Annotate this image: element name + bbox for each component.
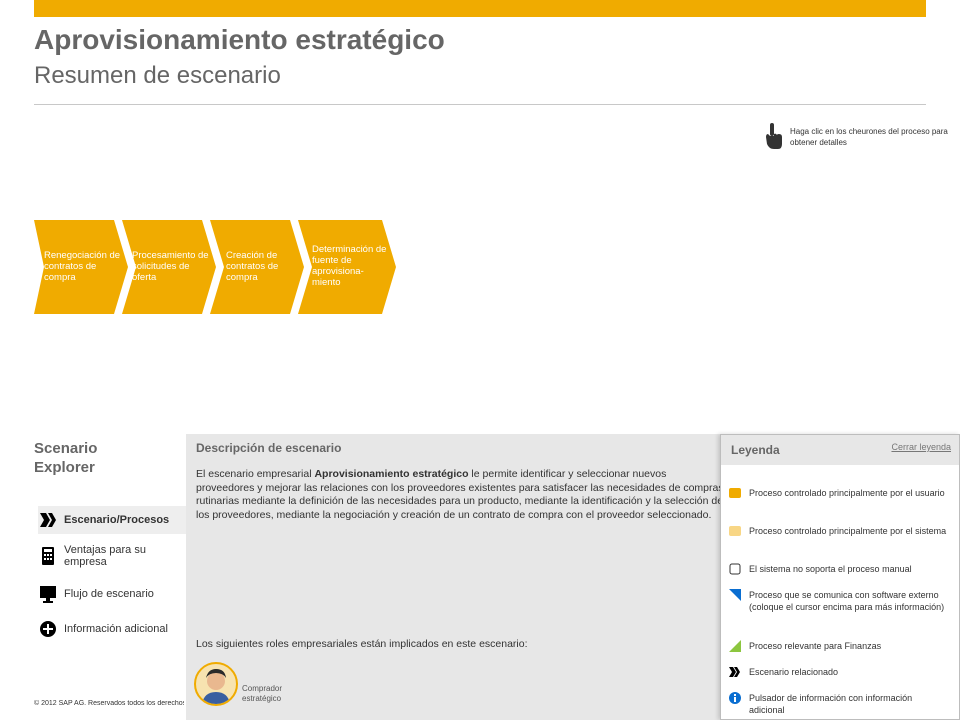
nav-informacion[interactable]: Información adicional [38, 620, 188, 638]
description-title: Descripción de escenario [196, 441, 342, 455]
scenario-name: Aprovisionamiento estratégico [314, 468, 469, 480]
description-panel: Descripción de escenario El escenario em… [186, 434, 726, 720]
chevron-determinacion[interactable]: Determinación de fuente de aprovisiona- … [312, 244, 390, 288]
page-title: Aprovisionamiento estratégico [34, 24, 445, 55]
plus-circle-icon [40, 621, 56, 637]
person-icon [202, 669, 230, 704]
nav-escenario-procesos[interactable]: Escenario/Procesos [38, 506, 188, 534]
title-divider [34, 104, 926, 105]
hint-text: Haga clic en los cheurones del proceso p… [790, 127, 948, 147]
nav-ventajas[interactable]: Ventajas para su empresa [38, 544, 188, 568]
nav-label: Flujo de escenario [64, 588, 154, 600]
chevron-renegociacion[interactable]: Renegociación de contratos de compra [44, 250, 122, 283]
legend-panel: Leyenda Cerrar leyenda Proceso controlad… [720, 434, 960, 720]
legend-title: Leyenda [731, 443, 780, 457]
nav-flujo[interactable]: Flujo de escenario [38, 585, 188, 603]
calculator-icon [42, 547, 54, 565]
nav-label: Información adicional [64, 623, 168, 635]
hand-pointer-icon [766, 123, 782, 149]
user-process-icon [729, 488, 741, 498]
nav-label: Escenario/Procesos [64, 514, 170, 526]
external-software-icon [729, 589, 741, 601]
role-avatar[interactable] [194, 662, 238, 706]
roles-intro: Los siguientes roles empresariales están… [196, 638, 528, 650]
role-label: Comprador estratégico [242, 684, 283, 703]
page-subtitle: Resumen de escenario [34, 62, 281, 89]
process-chevrons: Renegociación de contratos de compra Pro… [34, 220, 396, 314]
monitor-icon [40, 586, 56, 603]
chevron-hint: Haga clic en los cheurones del proceso p… [764, 122, 960, 152]
double-chevron-icon [40, 513, 56, 527]
scenario-explorer-title: Scenario Explorer [34, 440, 98, 476]
info-icon [729, 692, 741, 704]
chevron-procesamiento[interactable]: Procesamiento de solicitudes de oferta [132, 250, 210, 283]
close-legend-link[interactable]: Cerrar leyenda [891, 442, 951, 452]
chevron-creacion[interactable]: Creación de contratos de compra [226, 250, 304, 283]
system-process-icon [729, 526, 741, 536]
top-accent-bar [34, 0, 926, 17]
finance-icon [729, 640, 741, 652]
legend-header: Leyenda Cerrar leyenda [721, 435, 959, 465]
nav-label: Ventajas para su empresa [64, 544, 146, 568]
description-text: El escenario empresarial Aprovisionamien… [196, 468, 724, 521]
related-scenario-icon [729, 667, 740, 677]
copyright-footer: © 2012 SAP AG. Reservados todos los dere… [34, 700, 184, 707]
manual-process-icon [729, 563, 741, 575]
